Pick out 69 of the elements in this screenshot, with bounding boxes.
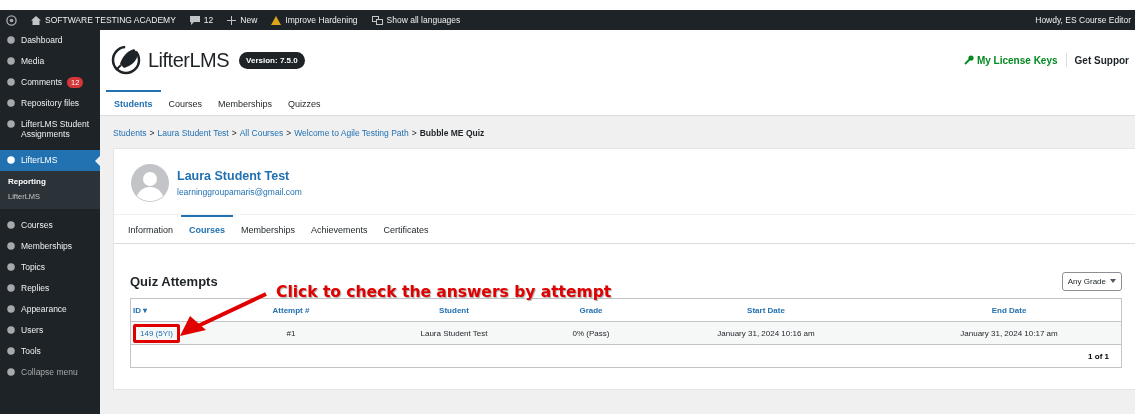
key-icon bbox=[963, 55, 974, 65]
column-header[interactable]: Student bbox=[361, 305, 547, 315]
wordpress-icon[interactable] bbox=[6, 14, 17, 26]
avatar-icon bbox=[131, 164, 169, 202]
nav-tab[interactable]: Courses bbox=[160, 90, 211, 115]
translate-icon bbox=[371, 15, 383, 25]
caret-icon bbox=[1110, 279, 1116, 283]
breadcrumb-link[interactable]: Welcome to Agile Testing Path bbox=[294, 128, 409, 138]
student-tab[interactable]: Information bbox=[120, 215, 182, 243]
collapse-button[interactable]: Collapse menu bbox=[0, 362, 100, 383]
student-tab[interactable]: Achievements bbox=[303, 215, 376, 243]
menu-item[interactable]: Media bbox=[0, 51, 100, 72]
grade-filter[interactable]: Any Grade bbox=[1061, 271, 1122, 291]
section-title: Quiz Attempts bbox=[130, 273, 218, 289]
breadcrumb-link[interactable]: Laura Student Test bbox=[157, 128, 229, 138]
hardening-link[interactable]: Improve Hardening bbox=[285, 15, 358, 25]
menu-item[interactable]: Topics bbox=[0, 257, 100, 278]
languages-link[interactable]: Show all languages bbox=[386, 15, 461, 25]
column-header[interactable]: ID ▾ bbox=[131, 305, 221, 315]
nav-tab[interactable]: Students bbox=[106, 90, 161, 115]
breadcrumb-separator: > bbox=[411, 128, 417, 138]
submenu-item[interactable]: Reporting bbox=[0, 174, 100, 189]
breadcrumb-current: Bubble ME Quiz bbox=[419, 128, 485, 138]
comment-count[interactable]: 12 bbox=[203, 15, 214, 25]
menu-item[interactable]: Appearance bbox=[0, 299, 100, 320]
student-tab[interactable]: Courses bbox=[181, 215, 234, 243]
column-header[interactable]: Start Date bbox=[635, 305, 897, 315]
license-link[interactable]: My License Keys bbox=[963, 54, 1058, 66]
logo-text: LifterLMS bbox=[148, 48, 230, 72]
menu-item[interactable]: LifterLMS bbox=[0, 150, 100, 171]
support-link[interactable]: Get Suppor bbox=[1074, 54, 1129, 66]
table-cell-text: 0% (Pass) bbox=[571, 328, 611, 338]
student-tab[interactable]: Memberships bbox=[233, 215, 304, 243]
menu-item[interactable]: Users bbox=[0, 320, 100, 341]
nav-tab[interactable]: Quizzes bbox=[280, 90, 329, 115]
pagination-text: 1 of 1 bbox=[1088, 351, 1109, 361]
annotation-text: Click to check the answers by attempt bbox=[276, 283, 612, 301]
menu-item[interactable]: Dashboard bbox=[0, 30, 100, 51]
breadcrumb-link[interactable]: Students bbox=[113, 128, 147, 138]
column-header[interactable]: End Date bbox=[897, 305, 1121, 315]
menu-item[interactable]: Repository files bbox=[0, 93, 100, 114]
breadcrumb-separator: > bbox=[286, 128, 292, 138]
student-tab[interactable]: Certificates bbox=[375, 215, 437, 243]
site-link[interactable]: SOFTWARE TESTING ACADEMY bbox=[45, 15, 176, 25]
warning-icon bbox=[271, 15, 282, 25]
student-email[interactable]: learninggroupamaris@gmail.com bbox=[177, 187, 302, 197]
plus-icon bbox=[227, 15, 237, 25]
menu-item[interactable]: Tools bbox=[0, 341, 100, 362]
menu-item[interactable]: Courses bbox=[0, 215, 100, 236]
comment-icon bbox=[189, 15, 200, 25]
table-cell-text: January 31, 2024 10:16 am bbox=[716, 328, 816, 338]
menu-item[interactable]: Replies bbox=[0, 278, 100, 299]
breadcrumb-link[interactable]: All Courses bbox=[239, 128, 284, 138]
table-cell-text: Laura Student Test bbox=[419, 328, 489, 338]
column-header[interactable]: Attempt # bbox=[221, 305, 361, 315]
table-cell-text: January 31, 2024 10:17 am bbox=[959, 328, 1059, 338]
version-badge: Version: 7.5.0 bbox=[239, 51, 305, 69]
breadcrumb-separator: > bbox=[231, 128, 237, 138]
user-greeting[interactable]: Howdy, ES Course Editor bbox=[1035, 15, 1131, 25]
table-cell-text: #1 bbox=[285, 328, 297, 338]
home-icon bbox=[31, 15, 41, 25]
new-link[interactable]: New bbox=[240, 15, 258, 25]
menu-item[interactable]: Memberships bbox=[0, 236, 100, 257]
breadcrumb-separator: > bbox=[149, 128, 155, 138]
student-name[interactable]: Laura Student Test bbox=[177, 169, 302, 183]
column-header[interactable]: Grade bbox=[547, 305, 635, 315]
menu-item[interactable]: LifterLMS Student Assignments bbox=[0, 114, 100, 144]
attempt-link[interactable]: 149 (5YI) bbox=[140, 328, 173, 338]
nav-tab[interactable]: Memberships bbox=[210, 90, 281, 115]
